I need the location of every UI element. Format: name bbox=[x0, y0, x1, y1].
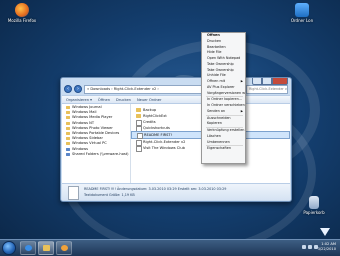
folder-icon bbox=[43, 245, 50, 251]
menu-item-label: Öffnen bbox=[207, 33, 220, 37]
desktop-icon-recycle-bin[interactable]: Papierkorb bbox=[294, 196, 334, 215]
file-name: README FIRST! bbox=[144, 133, 173, 137]
context-menu-item[interactable]: Umbenennen bbox=[202, 140, 245, 146]
menu-item-label: Take Ownership bbox=[207, 67, 234, 72]
nav-item-label: Windows Journal bbox=[72, 105, 102, 109]
file-name: RightClickExt bbox=[143, 114, 167, 118]
context-menu-item[interactable]: Vorgängerversionen wiederherstellen bbox=[202, 91, 245, 97]
menu-item-label: AV Plus Explorer bbox=[207, 84, 235, 89]
folder-icon bbox=[66, 116, 70, 120]
command-bar: Organisieren ▾ Öffnen Drucken Neuer Ordn… bbox=[62, 95, 290, 104]
folder-icon bbox=[66, 131, 70, 135]
forward-button[interactable]: › bbox=[74, 85, 82, 93]
clock[interactable]: 1:02 AM 3/22/2010 bbox=[318, 242, 336, 252]
folder-icon bbox=[66, 147, 70, 151]
menu-item-label: Umbenennen bbox=[207, 139, 230, 144]
notification-area bbox=[302, 245, 318, 249]
back-button[interactable]: ‹ bbox=[64, 85, 72, 93]
folder-icon bbox=[66, 106, 70, 109]
print-button[interactable]: Drucken bbox=[116, 98, 131, 102]
nav-item-label: Windows bbox=[72, 146, 89, 151]
folder-icon bbox=[66, 121, 70, 125]
folder-icon bbox=[136, 114, 141, 118]
desktop: so Mozilla Firefox Ordner Lon Papierkorb… bbox=[0, 0, 340, 256]
desktop-icon-label: Ordner Lon bbox=[290, 18, 314, 23]
file-name: Credits bbox=[143, 120, 156, 124]
flag-icon[interactable] bbox=[302, 245, 306, 249]
desktop-icon-folder[interactable]: Ordner Lon bbox=[282, 3, 322, 23]
folder-icon bbox=[66, 126, 70, 130]
explorer-window: ‹ › « Downloads › Right-Click-Extender v… bbox=[60, 77, 292, 202]
menu-item-label: Öffnen mit bbox=[207, 79, 226, 83]
recycle-bin-icon bbox=[309, 196, 319, 209]
context-menu-item[interactable]: Senden an ▶ bbox=[202, 109, 245, 115]
taskbar-button-internet-explorer[interactable] bbox=[20, 241, 36, 255]
details-line-2: Textdokument Größe: 1,19 KB bbox=[84, 193, 135, 197]
nav-item-label: Windows Virtual PC bbox=[72, 141, 107, 146]
desktop-icon-label: Mozilla Firefox bbox=[7, 18, 37, 23]
navigation-pane: Windows Journal Windows Mail Windows Media… bbox=[62, 104, 131, 183]
organize-button[interactable]: Organisieren ▾ bbox=[66, 98, 92, 102]
menu-item-label: Senden an bbox=[207, 108, 226, 113]
menu-item-label: Drucken bbox=[207, 38, 222, 43]
nav-item-label: Windows Mail bbox=[72, 110, 97, 115]
details-pane: README FIRST!!!!! Änderungsdatum: 3.03.2… bbox=[62, 183, 290, 200]
arrow-cursor-icon bbox=[320, 228, 330, 236]
firefox-icon bbox=[15, 3, 29, 17]
context-menu-item[interactable]: Eigenschaften bbox=[202, 146, 245, 152]
menu-item-label: Kopieren bbox=[207, 121, 222, 126]
nav-item-label: Windows NT bbox=[72, 120, 95, 125]
submenu-arrow-icon: ▶ bbox=[240, 108, 243, 113]
menu-item-label: Ausschneiden bbox=[207, 115, 231, 120]
menu-item-label: Eigenschaften bbox=[207, 146, 232, 151]
internet-explorer-icon bbox=[25, 245, 32, 251]
menu-item-label: Open With Notepad bbox=[207, 56, 241, 60]
folder-icon bbox=[295, 3, 309, 17]
menu-item-label: Bearbeiten bbox=[207, 44, 226, 49]
file-name: Backup bbox=[143, 108, 157, 112]
network-icon[interactable] bbox=[308, 245, 312, 249]
nav-item-label: Windows Sidebar bbox=[72, 136, 103, 141]
nav-item-label: Windows Media Player bbox=[72, 115, 113, 120]
folder-icon bbox=[66, 142, 70, 146]
folder-icon bbox=[66, 111, 70, 115]
media-player-icon bbox=[61, 245, 68, 251]
taskbar-button-media-player[interactable] bbox=[56, 241, 72, 255]
desktop-icon-label: Papierkorb bbox=[303, 210, 325, 215]
taskbar: 1:02 AM 3/22/2010 bbox=[0, 239, 340, 256]
menu-item-label: Vorgängerversionen wiederherstellen bbox=[207, 90, 245, 95]
file-name: Right-Click-Extender v2 bbox=[143, 140, 186, 144]
start-button[interactable] bbox=[2, 241, 16, 255]
menu-item-label: Take Ownership bbox=[207, 61, 234, 66]
desktop-icon-firefox[interactable]: Mozilla Firefox bbox=[2, 3, 42, 23]
context-menu: Öffnen Drucken Bearbeiten Hide File Open Wit… bbox=[201, 32, 246, 164]
address-row: ‹ › « Downloads › Right-Click-Extender v… bbox=[64, 84, 288, 94]
nav-item-label: Windows Photo Viewer bbox=[72, 125, 113, 130]
context-menu-item[interactable]: Kopieren bbox=[202, 121, 245, 127]
folder-icon bbox=[66, 137, 70, 141]
nav-item[interactable]: Shared Folders (\\vmware-host) (Z:) bbox=[62, 152, 130, 157]
new-folder-button[interactable]: Neuer Ordner bbox=[137, 98, 162, 102]
folder-icon bbox=[136, 108, 141, 112]
menu-item-label: In Ordner kopieren... bbox=[207, 97, 242, 102]
menu-item-label: In Ordner verschieben... bbox=[207, 103, 245, 107]
document-icon bbox=[136, 146, 142, 152]
details-line-1: README FIRST!!!!! Änderungsdatum: 3.03.2… bbox=[84, 187, 227, 191]
taskbar-button-explorer[interactable] bbox=[38, 241, 54, 255]
nav-item-label: Windows Portable Devices bbox=[72, 130, 120, 135]
nav-item-label: Shared Folders (\\vmware-host) (Z:) bbox=[72, 151, 131, 156]
menu-item-label: Löschen bbox=[207, 133, 221, 138]
menu-item-label: Hide File bbox=[207, 50, 222, 55]
search-input[interactable]: Right-Click-Extender v2 durchsuchen bbox=[246, 84, 288, 94]
clock-date: 3/22/2010 bbox=[317, 247, 336, 251]
text-document-icon bbox=[68, 186, 79, 200]
open-button[interactable]: Öffnen bbox=[98, 98, 110, 102]
explorer-content: Windows Journal Windows Mail Windows Media… bbox=[62, 104, 290, 183]
file-name: Visit The Windows Club bbox=[143, 146, 185, 150]
menu-item-label: Verknüpfung erstellen bbox=[207, 128, 245, 132]
menu-item-label: Unhide File bbox=[207, 73, 226, 78]
file-name: Quickshortcuts bbox=[143, 126, 170, 130]
folder-icon bbox=[66, 152, 70, 156]
